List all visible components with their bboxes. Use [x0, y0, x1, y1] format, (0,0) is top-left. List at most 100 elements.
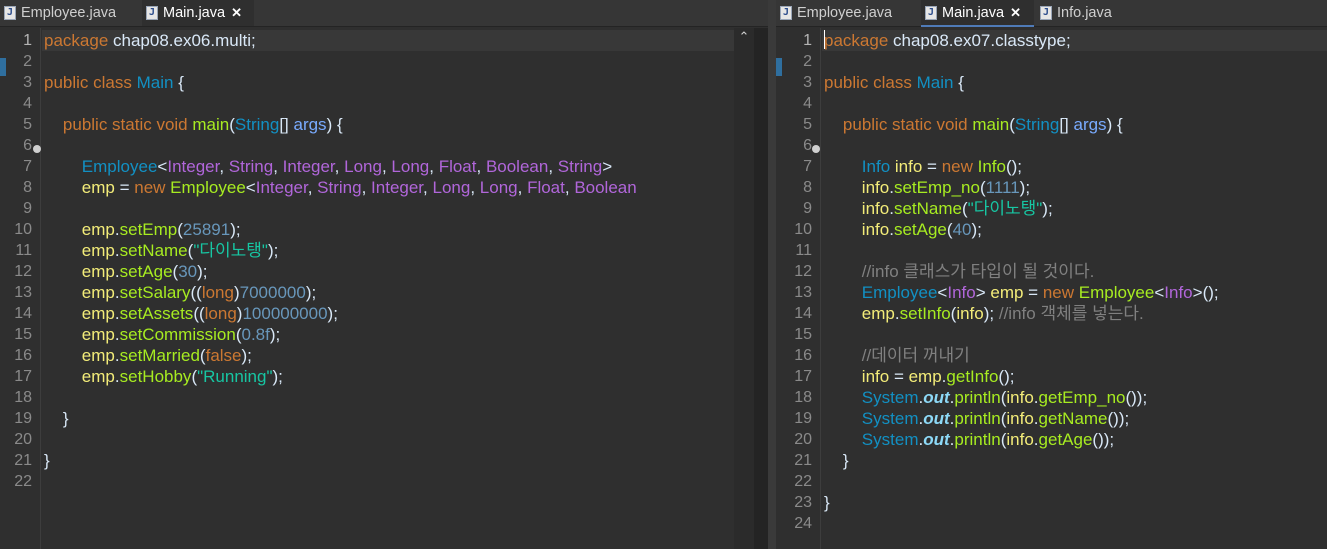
code-token: "다이노탱"	[967, 199, 1043, 218]
code-token: info	[1006, 409, 1034, 428]
close-icon[interactable]: ✕	[1010, 5, 1021, 21]
code-token: //info 클래스가 타입이 될 것이다.	[861, 262, 1095, 281]
code-token: package	[44, 31, 109, 50]
tab-label: Employee.java	[21, 5, 117, 21]
line-number: 17	[794, 368, 812, 385]
code-token: ) {	[1106, 115, 1123, 134]
line-number: 2	[803, 53, 812, 70]
line-number: 15	[794, 326, 812, 343]
tab-label: Main.java	[942, 5, 1005, 21]
fold-collapse-icon[interactable]	[812, 145, 820, 153]
code-token: out	[923, 430, 950, 449]
left-tab-bar: J Employee.java J Main.java ✕	[0, 0, 768, 27]
code-line: emp.setAge(30);	[44, 261, 208, 282]
code-token: Integer	[255, 178, 308, 197]
code-line: public static void main(String[] args) {	[44, 114, 343, 135]
code-token: new	[941, 157, 978, 176]
code-token: emp	[81, 367, 115, 386]
code-token: Employee	[170, 178, 246, 197]
tab-employee-java[interactable]: J Employee.java	[0, 0, 140, 26]
line-number: 11	[795, 242, 812, 259]
code-line: info.setName("다이노탱");	[824, 198, 1053, 219]
java-file-icon: J	[1040, 6, 1052, 20]
editor-split-divider[interactable]	[768, 0, 776, 549]
line-number: 23	[794, 494, 812, 511]
line-number: 14	[14, 305, 32, 322]
code-token: ());	[1107, 409, 1130, 428]
code-line: //데이터 꺼내기	[824, 345, 970, 366]
overview-ruler	[754, 28, 768, 549]
code-line: }	[44, 450, 50, 471]
java-file-icon: J	[4, 6, 16, 20]
line-number: 12	[14, 263, 32, 280]
java-file-icon: J	[925, 6, 937, 20]
right-tab-bar: J Employee.java J Main.java ✕ J Info.jav…	[776, 0, 1327, 27]
code-token: emp	[908, 367, 942, 386]
line-number: 1	[803, 32, 812, 49]
line-number: 19	[794, 410, 812, 427]
code-token: 100000000	[242, 304, 328, 323]
close-icon[interactable]: ✕	[231, 5, 242, 21]
code-line: emp.setCommission(0.8f);	[44, 324, 280, 345]
code-token: ((	[193, 304, 205, 323]
line-number: 4	[803, 95, 812, 112]
code-token: =	[889, 367, 909, 386]
line-number: 6	[803, 137, 812, 154]
code-token: ();	[1005, 157, 1023, 176]
tab-employee-java[interactable]: J Employee.java	[776, 0, 918, 26]
code-token: getAge	[1038, 430, 1093, 449]
code-token: );	[269, 325, 281, 344]
code-token: Employee	[81, 157, 158, 176]
tab-info-java[interactable]: J Info.java	[1036, 0, 1136, 26]
code-line: package chap08.ex07.classtype;	[824, 30, 1071, 51]
code-token: ,	[517, 178, 528, 197]
code-token: Employee	[861, 283, 938, 302]
code-token: public class	[44, 73, 137, 92]
line-number-gutter: 1 2 3 4 5 6 7 8 9 10 11 12 13 14 15 16 17 18 19 20 21 22 23 24	[776, 28, 821, 549]
code-token: ,	[307, 178, 318, 197]
code-token: );	[267, 241, 279, 260]
fold-collapse-icon[interactable]	[33, 145, 41, 153]
code-token: <	[937, 283, 948, 302]
code-token: info	[861, 367, 890, 386]
scroll-up-arrow-icon[interactable]: ⌃	[734, 30, 754, 45]
code-token: 1111	[985, 178, 1020, 197]
line-number: 14	[794, 305, 812, 322]
code-line: Employee<Integer, String, Integer, Long,…	[44, 156, 612, 177]
code-token: }	[44, 451, 50, 470]
line-number: 16	[14, 347, 32, 364]
code-line: public static void main(String[] args) {	[824, 114, 1123, 135]
code-token: setAssets	[119, 304, 194, 323]
code-token: long	[201, 283, 234, 302]
code-token: <	[157, 157, 168, 176]
code-token: ,	[429, 157, 439, 176]
code-token: getName	[1038, 409, 1108, 428]
code-token: Integer	[371, 178, 424, 197]
line-number: 9	[803, 200, 812, 217]
code-token: setInfo	[899, 304, 951, 323]
code-editor[interactable]: package chap08.ex06.multi; public class M…	[42, 28, 734, 549]
line-number: 24	[794, 515, 812, 532]
code-token: info	[861, 220, 890, 239]
line-number: 19	[14, 410, 32, 427]
vertical-scrollbar[interactable]: ⌃	[734, 28, 754, 549]
code-token: ());	[1092, 430, 1115, 449]
code-token: info	[1006, 430, 1034, 449]
tab-main-java[interactable]: J Main.java ✕	[921, 0, 1034, 27]
code-token: //데이터 꺼내기	[861, 346, 970, 365]
code-token: Long	[344, 157, 382, 176]
code-editor[interactable]: package chap08.ex07.classtype; public cla…	[822, 28, 1327, 549]
code-token: emp	[990, 283, 1024, 302]
code-token: long	[204, 304, 237, 323]
tab-main-java[interactable]: J Main.java ✕	[142, 0, 254, 26]
code-token: out	[923, 409, 950, 428]
